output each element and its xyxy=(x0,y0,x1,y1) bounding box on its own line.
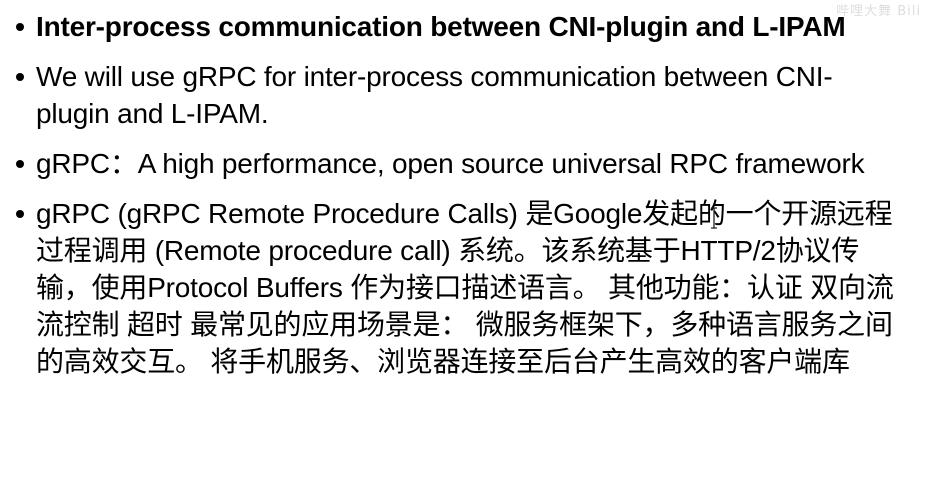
bullet-text: Inter-process communication between CNI-… xyxy=(36,11,846,42)
bullet-text: We will use gRPC for inter-process commu… xyxy=(36,61,833,129)
bullet-dot-icon xyxy=(16,160,24,168)
bullet-dot-icon xyxy=(16,23,24,31)
bullet-item-grpc-description: gRPC (gRPC Remote Procedure Calls) 是Goog… xyxy=(0,195,905,380)
bullet-dot-icon xyxy=(16,73,24,81)
slide: 哔哩大舞 Bili Inter-process communication be… xyxy=(0,0,925,502)
bullet-list: Inter-process communication between CNI-… xyxy=(0,8,905,393)
bullet-item-grpc-definition: gRPC：A high performance, open source uni… xyxy=(0,145,905,182)
bullet-item-grpc-usage: We will use gRPC for inter-process commu… xyxy=(0,58,905,132)
bullet-text: gRPC (gRPC Remote Procedure Calls) 是Goog… xyxy=(36,198,894,377)
text-cursor-icon xyxy=(711,207,717,229)
bullet-item-heading: Inter-process communication between CNI-… xyxy=(0,8,905,45)
bullet-text: gRPC：A high performance, open source uni… xyxy=(36,148,865,179)
bullet-dot-icon xyxy=(16,210,24,218)
